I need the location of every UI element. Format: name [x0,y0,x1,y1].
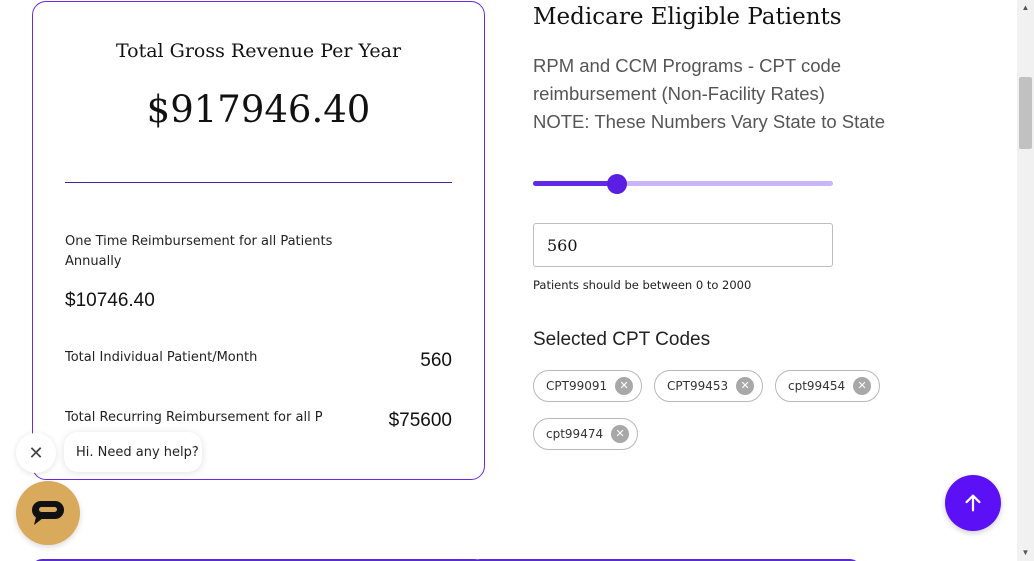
scroll-up-arrow-icon[interactable]: ▲ [1017,0,1034,16]
patients-slider[interactable] [533,174,833,194]
individual-patient-label: Total Individual Patient/Month [65,350,258,365]
revenue-summary-card: Total Gross Revenue Per Year $917946.40 … [32,1,485,480]
individual-patient-value: 560 [420,350,452,371]
cpt-code-label: cpt99474 [546,427,604,441]
chat-greeting-text: Hi. Need any help? [76,444,199,460]
close-icon: ✕ [28,442,44,463]
cpt-code-chip: cpt99474 ✕ [533,418,639,450]
chat-icon [32,501,64,525]
description-note: NOTE: These Numbers Vary State to State [533,111,885,132]
selected-cpt-codes-title: Selected CPT Codes [533,329,711,350]
one-time-reimbursement-value: $10746.40 [65,290,155,311]
chat-close-button[interactable]: ✕ [16,433,56,473]
scroll-down-arrow-icon[interactable]: ▼ [1017,545,1034,561]
chat-launcher-button[interactable] [16,481,80,545]
cpt-code-label: cpt99454 [788,379,846,393]
description-line: reimbursement (Non-Facility Rates) [533,83,825,104]
program-description: RPM and CCM Programs - CPT code reimburs… [533,52,953,136]
medicare-patients-title: Medicare Eligible Patients [533,4,842,30]
slider-thumb[interactable] [607,174,627,194]
scrollbar-thumb[interactable] [1019,77,1032,149]
patients-input[interactable] [533,223,833,267]
remove-chip-icon[interactable]: ✕ [615,377,634,395]
recurring-reimbursement-value: $75600 [388,410,452,431]
page-scrollbar[interactable]: ▲ ▼ [1017,0,1034,561]
gross-revenue-title: Total Gross Revenue Per Year [115,40,402,62]
description-line: RPM and CCM Programs - CPT code [533,55,842,76]
remove-chip-icon[interactable]: ✕ [853,377,872,395]
cpt-code-chip: CPT99453 ✕ [654,370,764,402]
one-time-reimbursement-label: One Time Reimbursement for all Patients … [65,234,333,269]
scroll-to-top-button[interactable] [945,475,1001,531]
cpt-code-chip: CPT99091 ✕ [533,370,643,402]
cpt-code-chip: cpt99454 ✕ [775,370,881,402]
remove-chip-icon[interactable]: ✕ [611,425,630,443]
slider-fill [533,181,617,186]
patients-range-hint: Patients should be between 0 to 2000 [533,278,752,292]
cpt-code-label: CPT99091 [546,379,608,393]
card-divider [65,182,452,183]
chat-greeting-bubble[interactable]: Hi. Need any help? [64,432,202,472]
recurring-reimbursement-label: Total Recurring Reimbursement for all P [65,410,323,425]
remove-chip-icon[interactable]: ✕ [736,377,755,395]
cpt-code-label: CPT99453 [667,379,729,393]
gross-revenue-amount: $917946.40 [146,88,371,131]
arrow-up-icon [965,494,981,512]
